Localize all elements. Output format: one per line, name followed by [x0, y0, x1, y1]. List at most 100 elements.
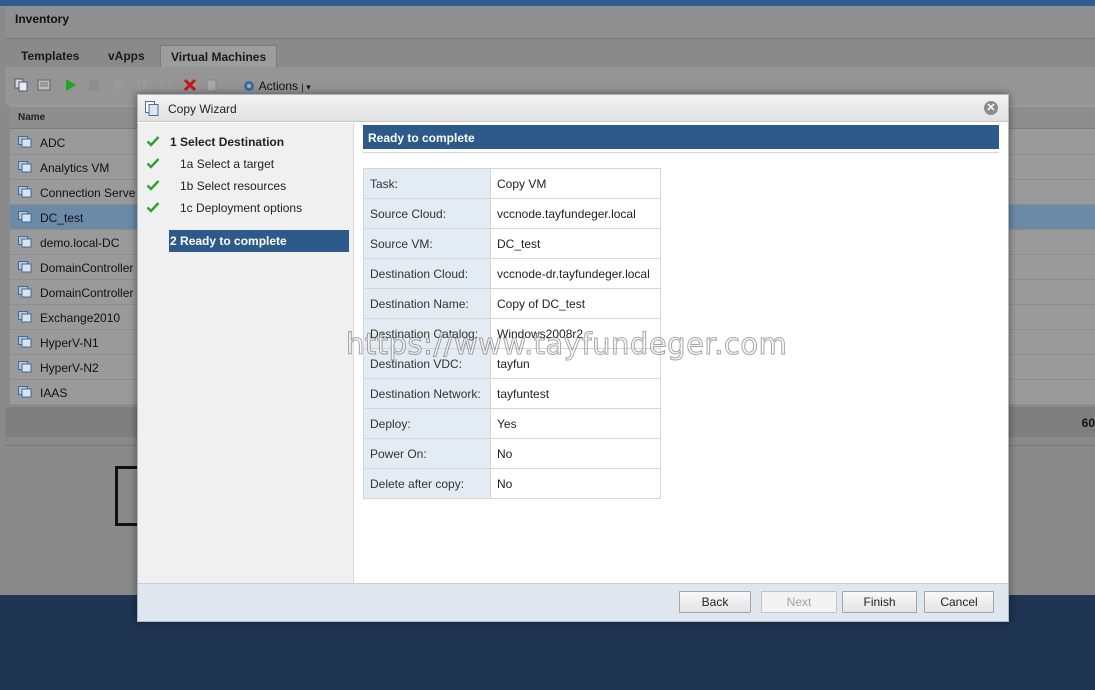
power-on-icon[interactable] — [63, 78, 77, 92]
step-deployment-options[interactable]: 1c Deployment options — [138, 197, 354, 219]
step-ready-to-complete[interactable]: 2 Ready to complete — [169, 230, 349, 252]
summary-value: Windows2008r2 — [490, 318, 661, 349]
summary-value: vccnode.tayfundeger.local — [490, 198, 661, 229]
summary-key: Destination Network: — [363, 378, 491, 409]
console-icon[interactable] — [37, 78, 51, 92]
step-number: 1c — [180, 201, 193, 215]
copy-wizard-icon — [145, 101, 159, 116]
summary-key: Delete after copy: — [363, 468, 491, 499]
inventory-title: Inventory — [15, 12, 70, 26]
summary-row: Power On: No — [363, 438, 661, 469]
summary-value: No — [490, 438, 661, 469]
step-select-resources[interactable]: 1b Select resources — [138, 175, 354, 197]
summary-row: Destination Catalog: Windows2008r2 — [363, 318, 661, 349]
vm-icon — [18, 386, 32, 398]
summary-value: No — [490, 468, 661, 499]
inventory-tabs: Templates vApps Virtual Machines — [5, 39, 1095, 67]
summary-row: Delete after copy: No — [363, 468, 661, 499]
wizard-content: Ready to complete Task: Copy VM Source Cl… — [363, 123, 1003, 583]
vm-name: DomainController — [40, 261, 134, 275]
summary-value: Copy VM — [490, 168, 661, 199]
step-number: 1 — [170, 135, 177, 149]
step-label: Ready to complete — [180, 234, 287, 248]
summary-value: Copy of DC_test — [490, 288, 661, 319]
next-button[interactable]: Next — [761, 591, 837, 613]
suspend-icon[interactable] — [135, 78, 149, 92]
vm-name: DomainController — [40, 286, 134, 300]
back-button[interactable]: Back — [679, 591, 751, 613]
checkmark-icon — [146, 136, 160, 147]
summary-key: Deploy: — [363, 408, 491, 439]
item-count: 60 — [1081, 416, 1095, 430]
summary-value: tayfuntest — [490, 378, 661, 409]
step-select-destination[interactable]: 1 Select Destination — [138, 131, 354, 153]
summary-key: Destination Name: — [363, 288, 491, 319]
summary-row: Deploy: Yes — [363, 408, 661, 439]
vm-icon — [18, 336, 32, 348]
summary-value: vccnode-dr.tayfundeger.local — [490, 258, 661, 289]
vm-icon — [18, 136, 32, 148]
summary-row: Source Cloud: vccnode.tayfundeger.local — [363, 198, 661, 229]
checkmark-icon — [146, 180, 160, 191]
chevron-down-icon: | ▾ — [301, 82, 311, 92]
actions-label: Actions — [258, 79, 299, 93]
divider — [363, 152, 999, 153]
copy-wizard-dialog: Copy Wizard ✕ 1 Select Destination 1a Se… — [137, 94, 1009, 622]
vm-name: demo.local-DC — [40, 236, 120, 250]
summary-value: DC_test — [490, 228, 661, 259]
step-label: Select resources — [196, 179, 287, 193]
dialog-title: Copy Wizard — [168, 102, 237, 116]
vm-icon — [18, 186, 32, 198]
step-select-target[interactable]: 1a Select a target — [138, 153, 354, 175]
summary-key: Task: — [363, 168, 491, 199]
dialog-footer: Back Next Finish Cancel — [138, 583, 1008, 621]
export-icon[interactable] — [205, 78, 219, 92]
vm-name: IAAS — [40, 386, 68, 400]
step-label: Select a target — [196, 157, 275, 171]
vm-name: Exchange2010 — [40, 311, 121, 325]
step-number: 1b — [180, 179, 194, 193]
close-icon[interactable]: ✕ — [984, 101, 998, 115]
summary-value: tayfun — [490, 348, 661, 379]
tab-templates[interactable]: Templates — [11, 45, 89, 67]
finish-button[interactable]: Finish — [842, 591, 917, 613]
actions-menu[interactable]: Actions | ▾ — [242, 79, 311, 93]
summary-row: Destination VDC: tayfun — [363, 348, 661, 379]
power-off-icon[interactable] — [87, 78, 101, 92]
step-number: 2 — [170, 234, 177, 248]
step-label: Deployment options — [196, 201, 303, 215]
play-icon[interactable] — [112, 78, 126, 92]
reset-icon[interactable] — [159, 78, 173, 92]
vm-icon — [18, 361, 32, 373]
checkmark-icon — [146, 202, 160, 213]
delete-icon[interactable] — [183, 78, 197, 92]
section-header: Ready to complete — [363, 125, 999, 149]
summary-key: Destination Catalog: — [363, 318, 491, 349]
inventory-header: Inventory — [5, 6, 1095, 39]
dialog-titlebar: Copy Wizard ✕ — [138, 95, 1008, 122]
summary-key: Source VM: — [363, 228, 491, 259]
summary-row: Source VM: DC_test — [363, 228, 661, 259]
summary-key: Source Cloud: — [363, 198, 491, 229]
tab-virtual-machines[interactable]: Virtual Machines — [160, 45, 278, 67]
section-title: Ready to complete — [368, 131, 475, 145]
wizard-steps: 1 Select Destination 1a Select a target … — [138, 123, 354, 583]
vm-icon — [18, 311, 32, 323]
summary-table: Task: Copy VM Source Cloud: vccnode.tayfun… — [363, 168, 661, 499]
vm-name: HyperV-N2 — [40, 361, 99, 375]
column-header-name[interactable]: Name — [18, 112, 45, 123]
summary-value: Yes — [490, 408, 661, 439]
vm-name: Analytics VM — [40, 161, 110, 175]
step-number: 1a — [180, 157, 194, 171]
summary-key: Destination Cloud: — [363, 258, 491, 289]
copy-icon[interactable] — [14, 78, 28, 92]
vm-name: DC_test — [40, 211, 84, 225]
summary-row: Destination Network: tayfuntest — [363, 378, 661, 409]
tab-vapps[interactable]: vApps — [98, 45, 155, 67]
vm-icon — [18, 261, 32, 273]
cancel-button[interactable]: Cancel — [924, 591, 994, 613]
vm-name: Connection Serve — [40, 186, 136, 200]
vm-icon — [18, 161, 32, 173]
vm-icon — [18, 286, 32, 298]
vm-name: ADC — [40, 136, 66, 150]
